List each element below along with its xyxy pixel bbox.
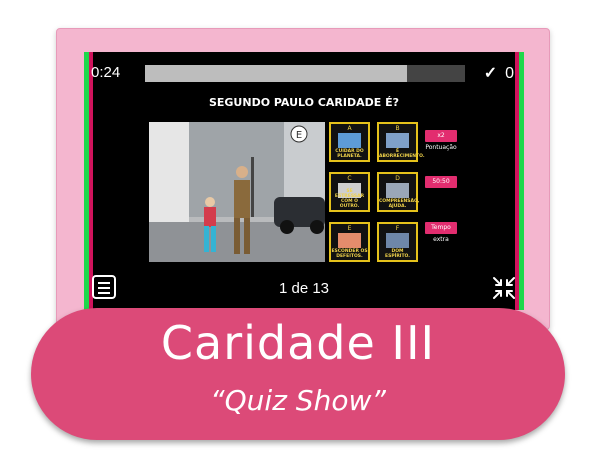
answer-letter: A [347,125,352,132]
answer-card-a[interactable]: A CUIDAR DO PLANETA. [329,122,370,162]
answer-label: SE ESTRESSAR COM O OUTRO. [334,189,365,209]
game-title: Caridade III [160,316,436,370]
answer-label: ESCONDER OS DEFEITOS. [331,249,368,259]
time-progress-fill [145,65,408,82]
timer: 0:24 [91,64,121,81]
answer-card-b[interactable]: B É ABORRECIMENTO. [377,122,425,162]
answer-label: CUIDAR DO PLANETA. [335,149,364,159]
answer-image [386,233,409,248]
question-counter: 1 de 13 [278,280,330,297]
lifeline-fifty-fifty-button[interactable]: 50:50 [425,176,457,188]
answer-letter: E [347,225,352,232]
answer-image [338,233,361,248]
title-banner: Caridade III “Quiz Show” [31,308,565,440]
answer-label: É ABORRECIMENTO. [379,149,425,159]
answer-card-d[interactable]: D COMPREENSÃO, AJUDA. [377,172,420,212]
answer-image [386,133,409,148]
question-text: SEGUNDO PAULO CARIDADE É? [208,96,400,109]
answer-letter: F [395,225,400,232]
answer-card-f[interactable]: F DOM ESPÍRITO. [377,222,418,262]
svg-text:E: E [296,130,302,141]
right-magenta-edge [515,52,519,310]
time-progress-bar [145,65,465,82]
game-subtitle: “Quiz Show” [210,384,386,417]
question-photo: E [149,122,325,262]
answer-card-c[interactable]: C SE ESTRESSAR COM O OUTRO. [329,172,370,212]
answer-card-e[interactable]: E ESCONDER OS DEFEITOS. [329,222,370,262]
answer-grid: A CUIDAR DO PLANETA. B É ABORRECIMENTO. … [329,122,425,262]
check-icon: ✓ [483,65,498,82]
answer-letter: B [395,125,400,132]
left-magenta-edge [89,52,93,310]
answer-image [386,183,409,198]
answer-label: DOM ESPÍRITO. [385,249,410,259]
fullscreen-exit-icon[interactable] [492,276,516,300]
quiz-screen: 0:24 ✓ 0 SEGUNDO PAULO CARIDADE É? E A C… [84,52,524,310]
score-value: 0 [505,65,514,82]
answer-letter: C [347,175,352,182]
answer-image [338,133,361,148]
score: ✓ 0 [484,63,514,83]
lifeline-double-score-button[interactable]: x2 Pontuação [425,130,457,151]
lifeline-extra-time-button[interactable]: Tempo extra [425,222,457,243]
answer-letter: D [395,175,400,182]
answer-label: COMPREENSÃO, AJUDA. [379,199,420,209]
right-green-edge [519,52,524,310]
